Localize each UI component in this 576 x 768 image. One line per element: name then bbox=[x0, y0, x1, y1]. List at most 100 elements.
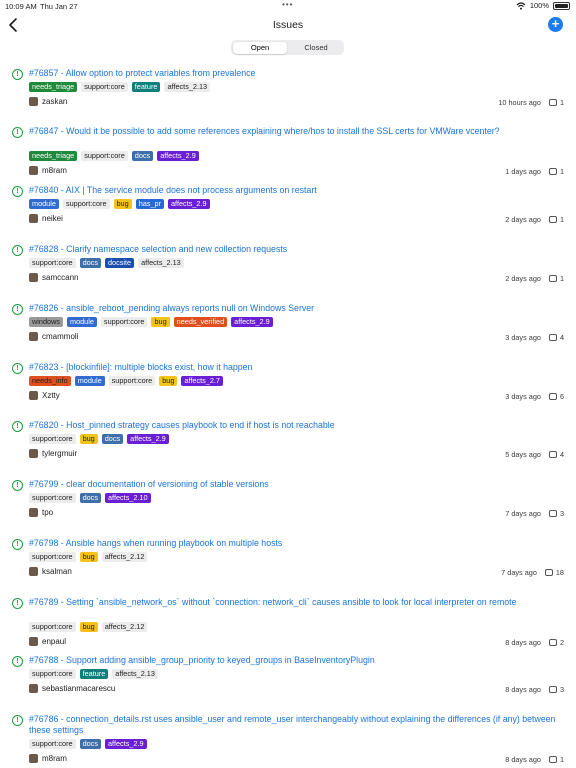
issue-time: 2 days ago bbox=[505, 215, 541, 224]
issue-title[interactable]: #76786 - connection_details.rst uses ans… bbox=[29, 714, 566, 736]
issue-labels: support:core bug affects_2.12 bbox=[29, 552, 148, 562]
label-tag: needs_verified bbox=[173, 317, 228, 327]
multitasking-dots-icon[interactable]: ••• bbox=[282, 0, 293, 9]
issue-meta: 8 days ago 1 bbox=[505, 755, 564, 764]
issue-author[interactable]: m8ram bbox=[29, 166, 67, 175]
author-name: enpaul bbox=[42, 637, 67, 646]
issue-author[interactable]: sebastianmacarescu bbox=[29, 684, 115, 693]
issue-title[interactable]: #76826 - ansible_reboot_pending always r… bbox=[29, 303, 566, 314]
author-name: zaskan bbox=[42, 97, 68, 106]
issue-title[interactable]: #76828 - Clarify namespace selection and… bbox=[29, 244, 566, 255]
add-issue-button[interactable]: + bbox=[548, 17, 563, 32]
label-tag: support:core bbox=[100, 317, 148, 327]
status-bar: 10:09 AM Thu Jan 27 ••• 100% bbox=[0, 0, 576, 12]
author-name: sebastianmacarescu bbox=[42, 684, 116, 693]
comment-count: 4 bbox=[559, 450, 564, 459]
issue-meta: 3 days ago 6 bbox=[505, 392, 564, 401]
label-tag: needs_triage bbox=[29, 82, 78, 92]
issue-title[interactable]: #76840 - AIX | The service module does n… bbox=[29, 185, 566, 196]
issue-labels: module support:core bug has_pr affects_2.9 bbox=[29, 199, 210, 209]
issue-author[interactable]: zaskan bbox=[29, 97, 67, 106]
label-tag: affects_2.13 bbox=[112, 669, 158, 679]
issue-author[interactable]: enpaul bbox=[29, 637, 66, 646]
issue-author[interactable]: tpo bbox=[29, 508, 53, 517]
open-issue-icon: ! bbox=[12, 245, 23, 256]
avatar bbox=[29, 637, 38, 646]
issue-author[interactable]: samccann bbox=[29, 273, 78, 282]
issue-title[interactable]: #76820 - Host_pinned strategy causes pla… bbox=[29, 420, 566, 431]
issue-labels: support:core docs affects_2.10 bbox=[29, 493, 151, 503]
comment-bubble-icon bbox=[548, 216, 557, 223]
label-tag: support:core bbox=[29, 258, 76, 268]
avatar bbox=[29, 567, 38, 576]
label-tag: docs bbox=[79, 493, 101, 503]
issue-author[interactable]: neikei bbox=[29, 214, 63, 223]
issue-labels: support:core docs affects_2.9 bbox=[29, 739, 147, 749]
comment-bubble-icon bbox=[548, 639, 557, 646]
label-tag: bug bbox=[79, 552, 98, 562]
open-issue-icon: ! bbox=[12, 421, 23, 432]
issue-author[interactable]: tylergmuir bbox=[29, 449, 77, 458]
comment-count: 3 bbox=[559, 685, 564, 694]
label-tag: affects_2.9 bbox=[168, 199, 210, 209]
issue-labels: windows module support:core bug needs_verifi… bbox=[29, 317, 273, 327]
issue-time: 3 days ago bbox=[505, 392, 541, 401]
plus-icon: + bbox=[551, 16, 560, 31]
label-tag: affects_2.13 bbox=[138, 258, 184, 268]
navigation-bar: Issues + bbox=[0, 12, 576, 40]
comment-bubble-icon bbox=[548, 275, 557, 282]
label-tag: docs bbox=[101, 434, 124, 444]
state-segmented-control: Open Closed bbox=[231, 40, 344, 55]
segment-open[interactable]: Open bbox=[233, 41, 287, 54]
author-name: tpo bbox=[42, 508, 54, 517]
issue-author[interactable]: m8ram bbox=[29, 754, 67, 763]
issue-title[interactable]: #76799 - clear documentation of versioni… bbox=[29, 479, 566, 490]
open-issue-icon: ! bbox=[12, 363, 23, 374]
label-tag: module bbox=[66, 317, 97, 327]
label-tag: affects_2.13 bbox=[164, 82, 211, 92]
label-tag: bug bbox=[79, 434, 98, 444]
label-tag: docs bbox=[131, 151, 154, 161]
issue-title[interactable]: #76788 - Support adding ansible_group_pr… bbox=[29, 655, 566, 666]
label-tag: affects_2.9 bbox=[104, 739, 147, 749]
label-tag: bug bbox=[79, 622, 98, 632]
comment-bubble-icon bbox=[548, 510, 557, 517]
label-tag: support:core bbox=[62, 199, 110, 209]
issue-time: 10 hours ago bbox=[498, 98, 541, 107]
issue-title[interactable]: #76857 - Allow option to protect variabl… bbox=[29, 68, 566, 79]
open-issue-icon: ! bbox=[12, 656, 23, 667]
comment-count: 6 bbox=[559, 392, 564, 401]
open-issue-icon: ! bbox=[12, 539, 23, 550]
issue-title[interactable]: #76798 - Ansible hangs when running play… bbox=[29, 538, 566, 549]
issue-title[interactable]: #76789 - Setting `ansible_network_os` wi… bbox=[29, 597, 566, 608]
label-tag: affects_2.7 bbox=[181, 376, 223, 386]
status-time: 10:09 AM bbox=[5, 2, 37, 11]
label-tag: windows bbox=[29, 317, 63, 327]
label-tag: support:core bbox=[29, 552, 76, 562]
avatar bbox=[29, 166, 38, 175]
issue-time: 7 days ago bbox=[501, 568, 537, 577]
label-tag: affects_2.10 bbox=[104, 493, 151, 503]
issue-title[interactable]: #76847 - Would it be possible to add som… bbox=[29, 126, 566, 137]
issue-author[interactable]: Xztty bbox=[29, 391, 60, 400]
comment-bubble-icon bbox=[548, 686, 557, 693]
label-tag: affects_2.12 bbox=[101, 552, 148, 562]
issue-labels: needs_info module support:core bug affects_2… bbox=[29, 376, 223, 386]
author-name: Xztty bbox=[42, 391, 60, 400]
issue-meta: 5 days ago 4 bbox=[505, 450, 564, 459]
label-tag: support:core bbox=[29, 493, 76, 503]
label-tag: support:core bbox=[81, 82, 128, 92]
avatar bbox=[29, 449, 38, 458]
issue-labels: support:core bug affects_2.12 bbox=[29, 622, 148, 632]
issue-author[interactable]: ksalman bbox=[29, 567, 72, 576]
open-issue-icon: ! bbox=[12, 480, 23, 491]
avatar bbox=[29, 754, 38, 763]
segment-closed[interactable]: Closed bbox=[289, 42, 343, 54]
issue-title[interactable]: #76823 - [blockinfile]: multiple blocks … bbox=[29, 362, 566, 373]
author-name: m8ram bbox=[42, 166, 67, 175]
label-tag: bug bbox=[151, 317, 170, 327]
author-name: m8ram bbox=[42, 754, 67, 763]
issue-meta: 2 days ago 1 bbox=[505, 274, 564, 283]
label-tag: affects_2.9 bbox=[157, 151, 199, 161]
issue-author[interactable]: cmammoli bbox=[29, 332, 78, 341]
